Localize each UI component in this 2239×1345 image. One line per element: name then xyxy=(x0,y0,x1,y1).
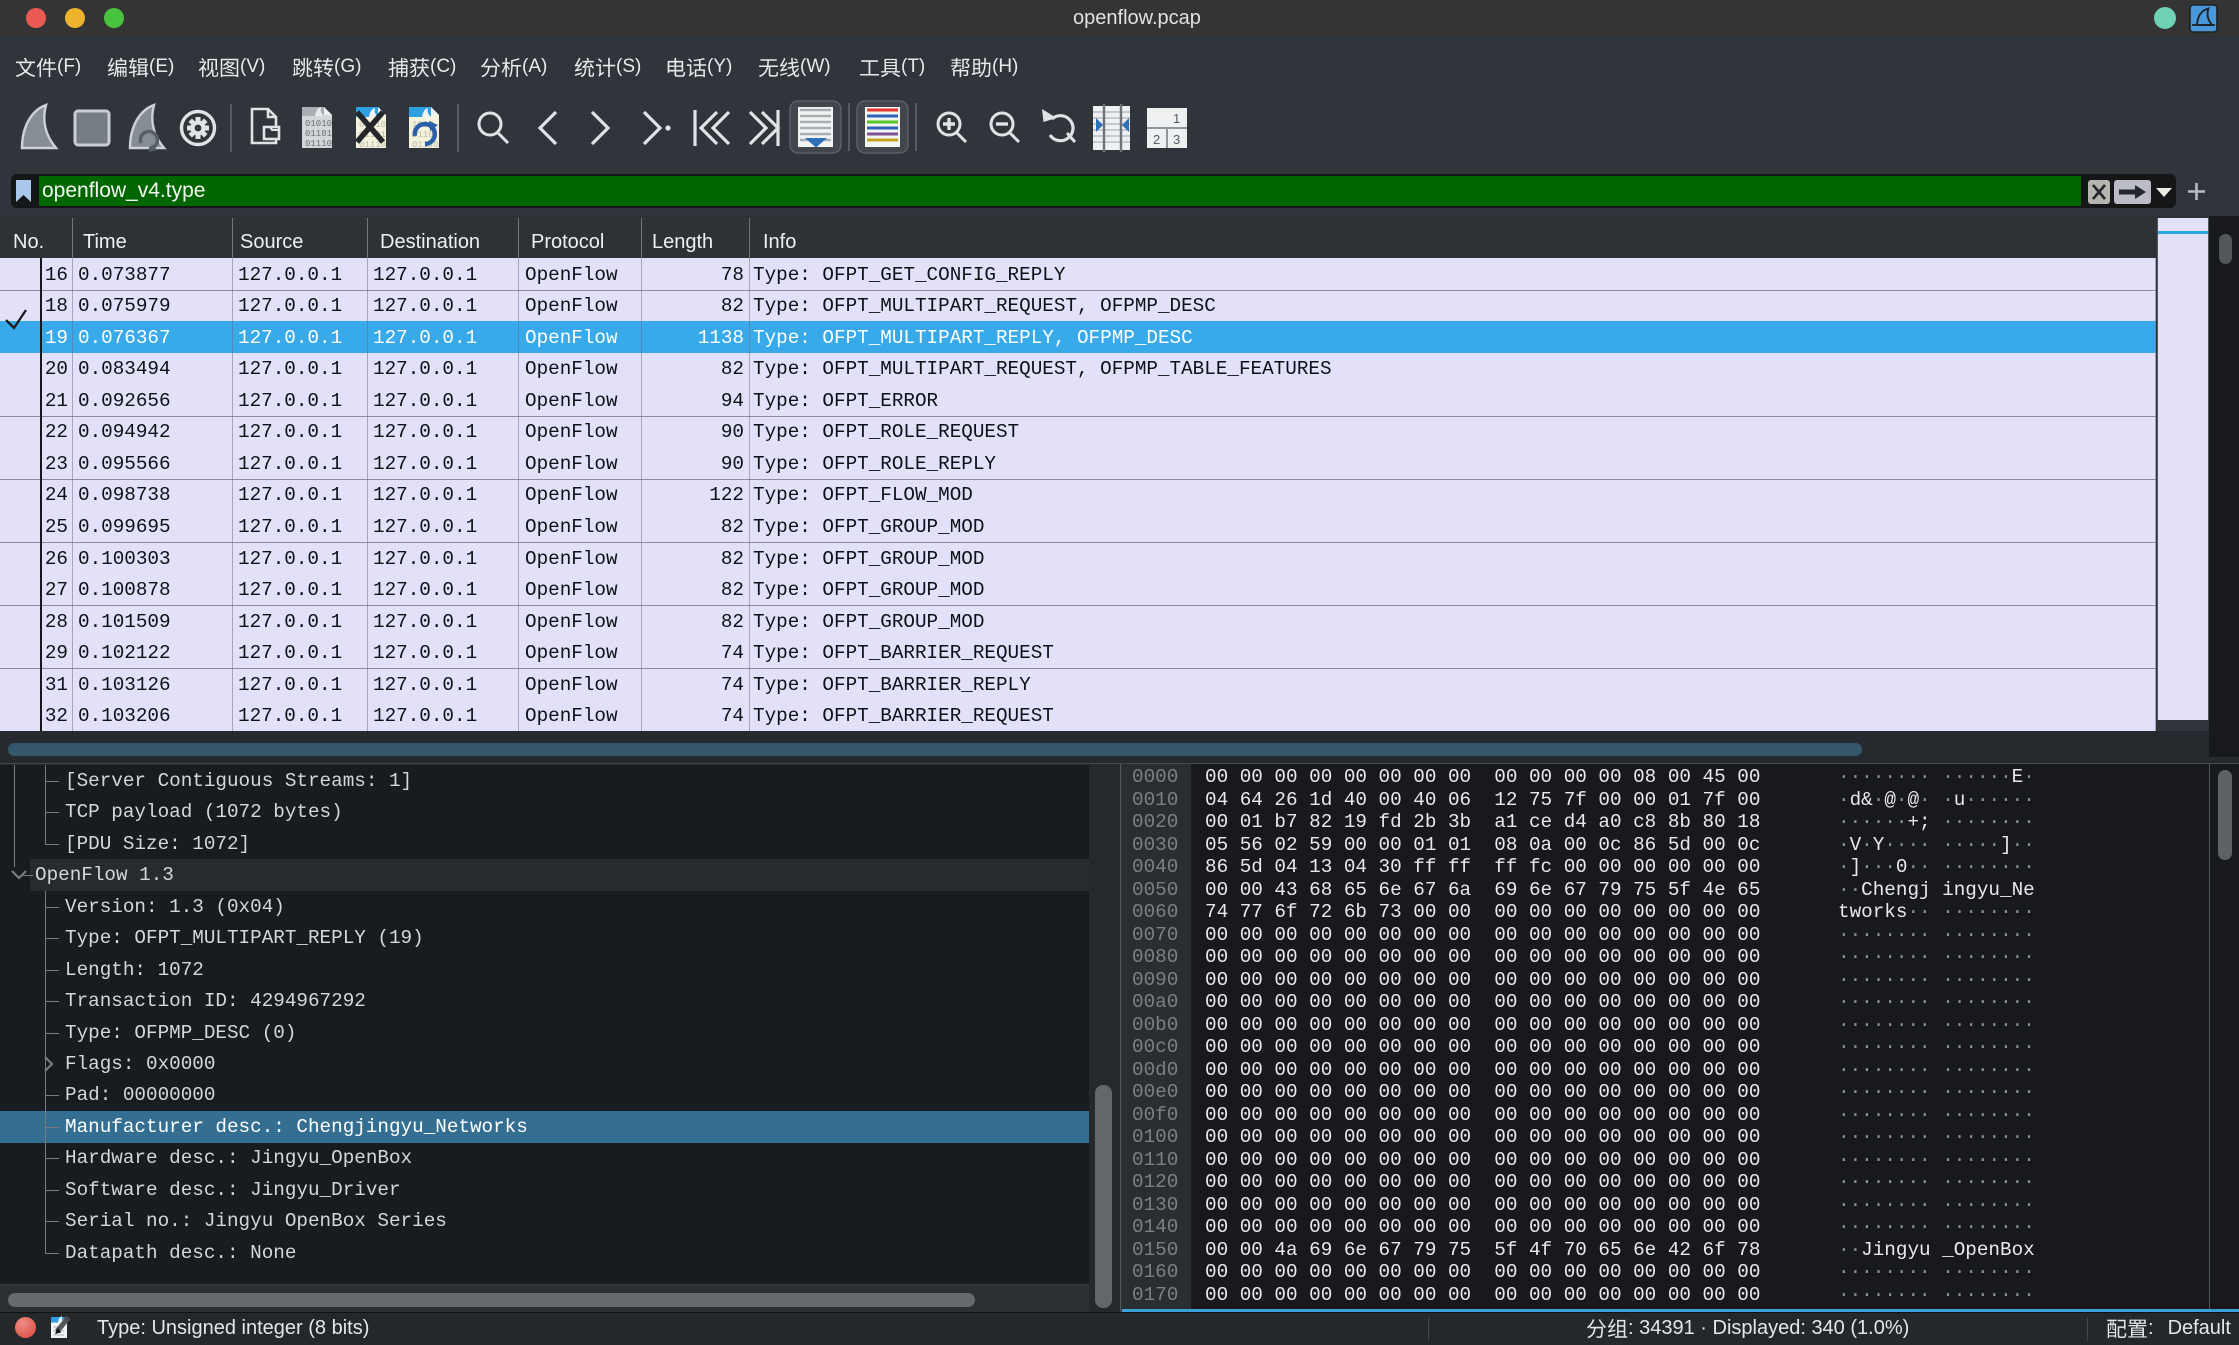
svg-text:2: 2 xyxy=(1153,132,1160,147)
svg-text:3: 3 xyxy=(1173,132,1180,147)
svg-text:1: 1 xyxy=(1173,111,1180,126)
svg-text:01101: 01101 xyxy=(305,129,332,139)
svg-text:01010: 01010 xyxy=(305,119,332,129)
svg-text:01110: 01110 xyxy=(305,139,332,149)
